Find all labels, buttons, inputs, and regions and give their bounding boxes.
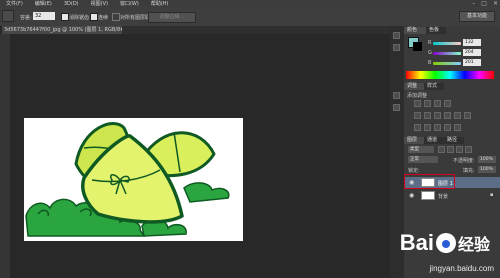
channels-panel-tab[interactable]: 通道 [424, 137, 444, 144]
swatches-panel-tab[interactable]: 色板 [426, 27, 446, 34]
watermark-logo-text: Bai [399, 230, 434, 255]
opacity-label: 不透明度: [453, 158, 475, 164]
zongzi-illustration [25, 122, 230, 237]
red-value-input[interactable]: 132 [463, 39, 481, 46]
tools-panel [0, 34, 10, 278]
color-balance-adjust-icon[interactable] [434, 112, 441, 119]
lock-icon: ▪ [490, 192, 494, 198]
filter-shape-icon[interactable] [465, 146, 472, 153]
vibrance-adjust-icon[interactable] [414, 112, 421, 119]
blue-value-input[interactable]: 201 [463, 59, 481, 66]
photo-filter-adjust-icon[interactable] [454, 112, 461, 119]
visibility-eye-icon[interactable]: ◉ [409, 192, 414, 199]
channel-mixer-adjust-icon[interactable] [464, 112, 471, 119]
tolerance-input[interactable]: 32 [33, 12, 55, 20]
opacity-input[interactable]: 100% [478, 156, 496, 163]
curves-adjust-icon[interactable] [434, 100, 441, 107]
levels-adjust-icon[interactable] [424, 100, 431, 107]
posterize-adjust-icon[interactable] [424, 124, 431, 131]
menu-file[interactable]: 文件(F) [0, 0, 29, 7]
layer-thumbnail [421, 191, 435, 200]
green-slider[interactable] [433, 52, 461, 55]
brightness-adjust-icon[interactable] [414, 100, 421, 107]
minimize-icon[interactable]: – [472, 0, 475, 7]
tolerance-label: 容差: [20, 15, 32, 21]
contiguous-label: 连续 [98, 15, 109, 21]
gradient-map-adjust-icon[interactable] [444, 124, 451, 131]
menu-window[interactable]: 窗口(W) [114, 0, 145, 7]
threshold-adjust-icon[interactable] [434, 124, 441, 131]
menu-help[interactable]: 帮助(H) [145, 0, 175, 7]
layer-filter-kind[interactable]: 类型 [408, 146, 434, 153]
styles-panel-tab[interactable]: 样式 [424, 83, 444, 90]
color-spectrum-ramp[interactable] [406, 71, 494, 79]
exposure-adjust-icon[interactable] [444, 100, 451, 107]
properties-icon[interactable] [393, 44, 400, 51]
black-white-adjust-icon[interactable] [444, 112, 451, 119]
menu-bar: 文件(F) 编辑(E) 3D(D) 视图(V) 窗口(W) 帮助(H) – □ … [0, 0, 500, 7]
blue-slider[interactable] [433, 62, 461, 65]
filter-adjust-icon[interactable] [447, 146, 454, 153]
blend-mode-select[interactable]: 正常 [408, 156, 438, 163]
add-adjustment-label: 添加调整 [407, 93, 428, 99]
watermark-jingyan-text: 经验 [457, 235, 490, 254]
maximize-icon[interactable]: □ [481, 0, 487, 7]
layers-panel-tab[interactable]: 图层 [404, 137, 424, 144]
background-color-swatch[interactable] [413, 42, 422, 51]
paw-icon [435, 233, 456, 253]
color-panel-tab[interactable]: 颜色 [404, 27, 426, 34]
menu-view[interactable]: 视图(V) [85, 0, 114, 7]
selective-color-adjust-icon[interactable] [454, 124, 461, 131]
window-controls: – □ ✕ [472, 0, 498, 7]
green-value-input[interactable]: 204 [463, 49, 481, 56]
hue-saturation-adjust-icon[interactable] [424, 112, 431, 119]
antialias-label: 消除锯齿 [69, 15, 90, 21]
baidu-watermark-logo: Bai 经验 [400, 230, 490, 256]
layer-row[interactable]: ◉ 背景 ▪ [404, 190, 500, 201]
contiguous-checkbox[interactable] [90, 13, 98, 21]
magic-wand-tool-preset-icon[interactable] [2, 10, 14, 22]
adjustments-panel-tab[interactable]: 调整 [404, 83, 424, 90]
menu-edit[interactable]: 编辑(E) [29, 0, 58, 7]
red-slider[interactable] [433, 42, 461, 45]
workspace-switcher[interactable]: 基本功能 [459, 11, 495, 22]
antialias-checkbox[interactable] [61, 13, 69, 21]
selection-highlight-box [404, 174, 455, 189]
document-canvas[interactable] [24, 118, 243, 241]
close-icon[interactable]: ✕ [493, 0, 498, 7]
invert-adjust-icon[interactable] [414, 124, 421, 131]
sample-all-checkbox[interactable] [112, 13, 120, 21]
history-icon[interactable] [393, 32, 400, 39]
watermark-url: jingyan.baidu.com [429, 264, 494, 273]
brush-icon[interactable] [393, 92, 400, 99]
layer-name[interactable]: 背景 [438, 193, 448, 200]
character-icon[interactable] [393, 104, 400, 111]
fill-label: 填充: [463, 168, 475, 174]
fill-input[interactable]: 100% [478, 166, 496, 173]
document-tab[interactable]: 3d5673b76447f00_jpg @ 100% (图层 1, RGB/8#… [2, 26, 122, 34]
paths-panel-tab[interactable]: 路径 [444, 137, 464, 144]
lock-label: 锁定: [408, 168, 420, 174]
menu-3d[interactable]: 3D(D) [58, 1, 85, 7]
refine-edge-button[interactable]: 调整边缘... [148, 12, 196, 23]
filter-pixel-icon[interactable] [438, 146, 445, 153]
filter-type-icon[interactable] [456, 146, 463, 153]
